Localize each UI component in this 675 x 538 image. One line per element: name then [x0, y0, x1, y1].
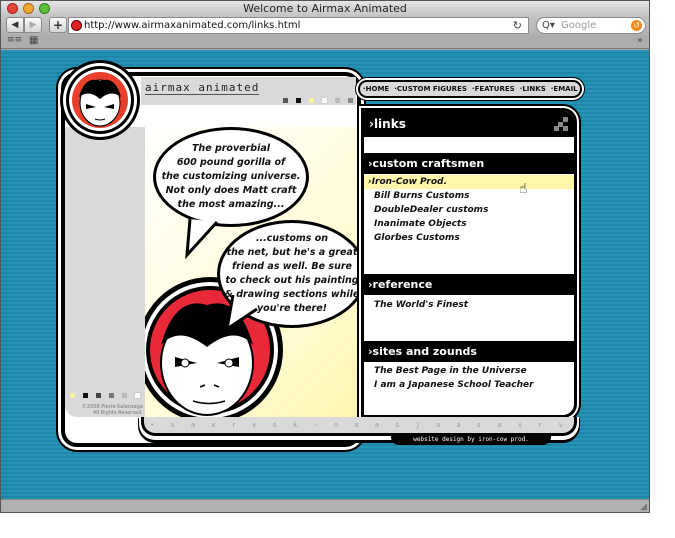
link-glorbes-customs[interactable]: Glorbes Customs: [364, 231, 574, 245]
search-icon[interactable]: Q▾: [542, 18, 555, 33]
browser-toolbar: ◀ ▶ + http://www.airmaxanimated.com/link…: [1, 16, 649, 35]
search-placeholder: Google: [561, 20, 597, 31]
speech-bubble-1: The proverbial 600 pound gorilla of the cu…: [153, 127, 309, 227]
color-swatch: [296, 98, 301, 103]
section-reference-header: ›reference: [364, 274, 574, 295]
bubble-line: 600 pound gorilla of: [176, 157, 286, 168]
bubble-line: Not only does Matt craft: [165, 185, 297, 196]
browser-window: Welcome to Airmax Animated ◀ ▶ + http://…: [0, 0, 650, 513]
rights-line: All Rights Reserved.: [92, 410, 143, 416]
site-logo-text[interactable]: airmax animated: [145, 81, 260, 95]
address-bar[interactable]: http://www.airmaxanimated.com/links.html…: [68, 17, 529, 34]
add-bookmark-button[interactable]: +: [49, 17, 67, 33]
color-swatch: [335, 98, 340, 103]
link-inanimate-objects[interactable]: Inanimate Objects: [364, 217, 574, 231]
color-swatch: [283, 98, 288, 103]
link-worlds-finest[interactable]: The World's Finest: [364, 298, 574, 312]
bubble-line: the most amazing...: [177, 199, 285, 210]
top-sites-grid-icon[interactable]: ▦: [29, 35, 38, 46]
link-best-page-in-universe[interactable]: The Best Page in the Universe: [364, 364, 574, 378]
bubble-line: to check out his painting: [225, 275, 359, 286]
nav-home[interactable]: ·HOME: [363, 85, 389, 93]
color-swatch: [109, 393, 114, 398]
link-japanese-school-teacher[interactable]: I am a Japanese School Teacher: [364, 378, 574, 392]
reload-icon[interactable]: ↻: [513, 18, 522, 33]
comic-panel: The proverbial 600 pound gorilla of the cu…: [145, 127, 361, 417]
search-input[interactable]: Q▾ Google ↺: [536, 17, 646, 34]
nav-links[interactable]: ·LINKS: [520, 85, 546, 93]
panel-title: ›links: [369, 117, 406, 131]
color-swatch: [70, 393, 75, 398]
status-bar: ◢: [1, 499, 649, 512]
back-button[interactable]: ◀: [6, 17, 24, 33]
color-swatch: [321, 97, 328, 104]
speech-bubble-1-tail: [185, 219, 219, 259]
nav-features[interactable]: ·FEATURES: [472, 85, 515, 93]
bubble-line: the net, but he's a great: [226, 247, 358, 258]
color-swatch: [122, 393, 127, 398]
bubble-line: ...customs on: [255, 233, 329, 244]
pixel-checker-icon: [554, 117, 568, 131]
main-navigation: ·HOME ·CUSTOM FIGURES ·FEATURES ·LINKS ·…: [358, 80, 582, 98]
nav-custom-figures[interactable]: ·CUSTOM FIGURES: [394, 85, 467, 93]
plus-icon: +: [52, 18, 64, 32]
bubble-line: The proverbial: [191, 143, 271, 154]
site-favicon-icon: [71, 20, 82, 31]
color-swatch: [96, 393, 101, 398]
bubble-line: friend as well. Be sure: [232, 261, 352, 272]
bubble-line: the customizing universe.: [161, 171, 301, 182]
bookmarks-book-icon[interactable]: ≡≡: [7, 35, 22, 45]
link-bill-burns-customs[interactable]: Bill Burns Customs: [364, 189, 574, 203]
link-iron-cow-prod[interactable]: ›Iron-Cow Prod.: [364, 175, 574, 189]
color-swatch: [83, 393, 88, 398]
hand-pointer-cursor-icon: ☝: [519, 181, 528, 197]
color-swatch: [309, 98, 314, 103]
color-swatch: [348, 98, 353, 103]
title-bar[interactable]: Welcome to Airmax Animated: [1, 1, 649, 16]
bookmarks-overflow-icon[interactable]: »: [637, 35, 643, 46]
page-content: airmax animated ©2008 Pierre Kalenzaga A…: [1, 50, 649, 499]
site-logo-mascot-icon[interactable]: [59, 59, 141, 141]
copyright-notice: ©2008 Pierre Kalenzaga All Rights Reserv…: [67, 404, 143, 416]
resize-grip-icon[interactable]: ◢: [640, 502, 647, 512]
left-sidebar: [65, 127, 145, 417]
back-arrow-icon: ◀: [11, 20, 19, 30]
section-sites-and-zounds-header: ›sites and zounds: [364, 341, 574, 362]
color-swatch: [134, 392, 141, 399]
forward-arrow-icon: ▶: [29, 20, 37, 30]
window-title: Welcome to Airmax Animated: [243, 2, 407, 15]
forward-button[interactable]: ▶: [24, 17, 42, 33]
section-custom-craftsmen-header: ›custom craftsmen: [364, 153, 574, 174]
design-credit[interactable]: website design by iron-cow prod.: [391, 434, 551, 445]
snapback-icon[interactable]: ↺: [631, 20, 642, 31]
url-text: http://www.airmaxanimated.com/links.html: [84, 20, 301, 31]
nav-email[interactable]: ·EMAIL: [551, 85, 578, 93]
links-panel: ›links ›custom craftsmen ›Iron-Cow Prod.…: [361, 108, 577, 418]
speech-bubble-2-tail: [224, 295, 258, 333]
link-doubledealer-customs[interactable]: DoubleDealer customs: [364, 203, 574, 217]
speech-bubble-1-text: The proverbial 600 pound gorilla of the cu…: [162, 142, 301, 212]
bookmarks-bar: ≡≡ ▦ »: [1, 35, 649, 49]
links-panel-header: ›links: [364, 111, 574, 137]
